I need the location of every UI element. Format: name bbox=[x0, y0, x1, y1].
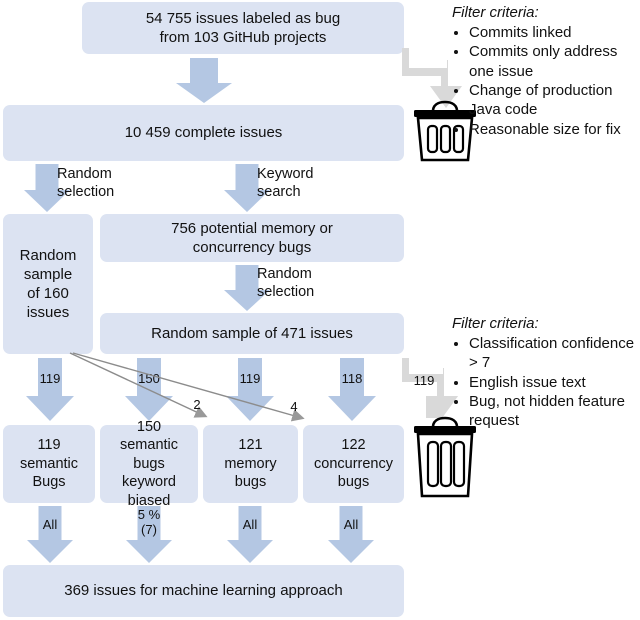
box-121-memory-bugs: 121 memory bugs bbox=[203, 425, 298, 503]
arrow-count-119-a bbox=[26, 358, 74, 422]
filter-criteria-top-item: Reasonable size for fix bbox=[469, 120, 640, 139]
arrow-all-2 bbox=[227, 506, 273, 564]
label-all-3: All bbox=[343, 517, 359, 532]
filter-criteria-bottom-list: Classification confidence > 7 English is… bbox=[452, 334, 640, 431]
filter-criteria-top-list: Commits linked Commits only address one … bbox=[452, 23, 640, 139]
arrow-all-3 bbox=[328, 506, 374, 564]
box-random-sample-471: Random sample of 471 issues bbox=[100, 313, 404, 354]
label-count-118: 118 bbox=[341, 371, 363, 386]
label-count-119-b: 119 bbox=[239, 371, 261, 386]
label-all-1: All bbox=[42, 517, 58, 532]
label-5-percent: 5 % (7) bbox=[137, 507, 161, 537]
filter-criteria-top-title: Filter criteria: bbox=[452, 4, 539, 21]
filter-criteria-top-item: Change of production Java code bbox=[469, 81, 640, 120]
label-thin-2: 2 bbox=[193, 397, 201, 412]
filter-criteria-top-item: Commits linked bbox=[469, 23, 640, 42]
label-count-119-a: 119 bbox=[39, 371, 61, 386]
label-count-119-discard: 119 bbox=[413, 373, 435, 388]
filter-criteria-bottom: Filter criteria: Classification confiden… bbox=[452, 315, 640, 431]
arrow-count-118 bbox=[328, 358, 376, 422]
label-all-2: All bbox=[242, 517, 258, 532]
box-final-369-issues: 369 issues for machine learning approach bbox=[3, 565, 404, 617]
arrow-count-119-b bbox=[226, 358, 274, 422]
filter-criteria-top-item: Commits only address one issue bbox=[469, 42, 640, 81]
box-119-semantic-bugs: 119 semantic Bugs bbox=[3, 425, 95, 503]
box-source-issues: 54 755 issues labeled as bug from 103 Gi… bbox=[82, 2, 404, 54]
filter-criteria-bottom-item: English issue text bbox=[469, 373, 640, 392]
arrow-count-150 bbox=[125, 358, 173, 422]
label-random-selection-1: Random selection bbox=[57, 166, 115, 201]
box-150-semantic-bugs-keyword-biased: 150 semantic bugs keyword biased bbox=[100, 419, 198, 509]
label-thin-4: 4 bbox=[290, 399, 298, 414]
label-count-150: 150 bbox=[138, 371, 160, 386]
filter-criteria-bottom-item: Bug, not hidden feature request bbox=[469, 392, 640, 431]
box-complete-issues: 10 459 complete issues bbox=[3, 105, 404, 161]
label-keyword-search: Keyword search bbox=[257, 166, 314, 201]
arrow-all-1 bbox=[27, 506, 73, 564]
flowchart-diagram: 54 755 issues labeled as bug from 103 Gi… bbox=[0, 0, 640, 620]
box-random-sample-160: Random sample of 160 issues bbox=[3, 214, 93, 354]
filter-criteria-bottom-title: Filter criteria: bbox=[452, 315, 539, 332]
filter-criteria-bottom-item: Classification confidence > 7 bbox=[469, 334, 640, 373]
label-random-selection-2: Random selection bbox=[257, 266, 315, 301]
box-potential-756: 756 potential memory or concurrency bugs bbox=[100, 214, 404, 262]
box-122-concurrency-bugs: 122 concurrency bugs bbox=[303, 425, 404, 503]
arrow-source-to-complete bbox=[176, 58, 232, 103]
filter-criteria-top: Filter criteria: Commits linked Commits … bbox=[452, 4, 640, 139]
